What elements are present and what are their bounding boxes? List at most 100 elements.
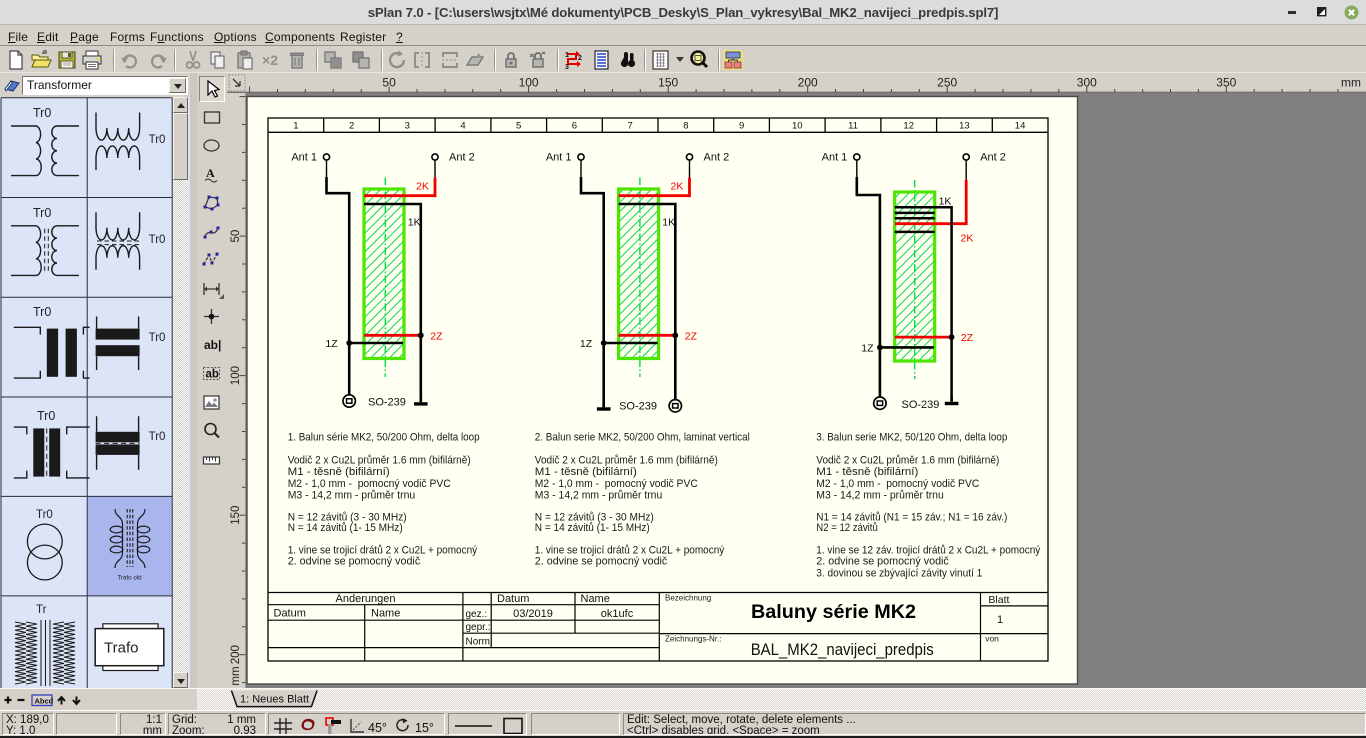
svg-text:100: 100 bbox=[519, 76, 539, 90]
svg-text:M2 - 1,0 mm - pomocný vodič P: M2 - 1,0 mm - pomocný vodič PVC bbox=[288, 478, 451, 490]
svg-text:1: 1 bbox=[997, 614, 1003, 626]
svg-text:Änderungen: Änderungen bbox=[336, 593, 396, 605]
svg-text:Ant 1: Ant 1 bbox=[291, 152, 317, 164]
svg-text:Tr0: Tr0 bbox=[33, 106, 51, 120]
svg-text:1. vine se 12 záv. trojicí drá: 1. vine se 12 záv. trojicí drátů 2 x Cu2… bbox=[816, 544, 1040, 556]
svg-text:Vodič 2 x Cu2L průměr 1.6 mm (: Vodič 2 x Cu2L průměr 1.6 mm (bifilárně) bbox=[288, 454, 471, 466]
svg-text:mm: mm bbox=[230, 666, 242, 685]
svg-text:50: 50 bbox=[382, 76, 396, 90]
svg-text:ab: ab bbox=[206, 369, 219, 381]
svg-text:Ant 2: Ant 2 bbox=[704, 152, 730, 164]
svg-text:Tr: Tr bbox=[36, 604, 47, 616]
svg-text:Zeichnungs-Nr.:: Zeichnungs-Nr.: bbox=[665, 634, 721, 643]
svg-text:14: 14 bbox=[1015, 121, 1026, 132]
svg-text:ok1ufc: ok1ufc bbox=[601, 608, 634, 620]
svg-text:M1 - těsně (bifilární): M1 - těsně (bifilární) bbox=[535, 466, 637, 478]
svg-text:Vodič 2 x Cu2L průměr 1.6 mm (: Vodič 2 x Cu2L průměr 1.6 mm (bifilárně) bbox=[535, 454, 718, 466]
svg-text:2Z: 2Z bbox=[685, 330, 698, 342]
svg-text:Tr0: Tr0 bbox=[149, 134, 166, 146]
svg-text:Ant 1: Ant 1 bbox=[546, 152, 572, 164]
svg-text:Ant 2: Ant 2 bbox=[449, 152, 475, 164]
svg-text:1. vine se trojicí drátů 2 x C: 1. vine se trojicí drátů 2 x Cu2L + pomo… bbox=[288, 544, 478, 556]
svg-text:45°: 45° bbox=[368, 721, 387, 735]
svg-text:1Z: 1Z bbox=[325, 338, 338, 350]
svg-text:BAL_MK2_navijeci_predpis: BAL_MK2_navijeci_predpis bbox=[751, 641, 934, 659]
svg-text:2. odvine se pomocný vodič: 2. odvine se pomocný vodič bbox=[535, 556, 668, 568]
svg-text:250: 250 bbox=[937, 76, 957, 90]
svg-text:Bezeichnung: Bezeichnung bbox=[665, 594, 711, 603]
svg-text:M2 - 1,0 mm - pomocný vodič P: M2 - 1,0 mm - pomocný vodič PVC bbox=[816, 478, 979, 490]
svg-text:Trafo: Trafo bbox=[104, 640, 138, 657]
svg-text:gez.:: gez.: bbox=[466, 609, 488, 620]
svg-text:1Z: 1Z bbox=[861, 342, 874, 354]
svg-text:M3 - 14,2 mm - průměr trnu: M3 - 14,2 mm - průměr trnu bbox=[535, 489, 663, 501]
svg-text:Trafo old: Trafo old bbox=[117, 575, 142, 582]
svg-text:03/2019: 03/2019 bbox=[513, 608, 553, 620]
svg-text:Blatt: Blatt bbox=[988, 594, 1009, 606]
svg-text:Tr0: Tr0 bbox=[149, 431, 166, 443]
svg-text:Abcd: Abcd bbox=[35, 696, 54, 705]
svg-text:Ant 1: Ant 1 bbox=[822, 152, 848, 164]
svg-text:Tr0: Tr0 bbox=[33, 305, 51, 319]
svg-text:2. odvine se pomocný vodič: 2. odvine se pomocný vodič bbox=[816, 556, 949, 568]
svg-text:200: 200 bbox=[798, 76, 818, 90]
svg-text:200: 200 bbox=[230, 645, 242, 664]
svg-text:1. vine se trojicí drátů 2 x C: 1. vine se trojicí drátů 2 x Cu2L + pomo… bbox=[535, 544, 725, 556]
svg-text:1Z: 1Z bbox=[580, 338, 593, 350]
svg-text:M1 - těsně (bifilární): M1 - těsně (bifilární) bbox=[288, 466, 390, 478]
svg-text:SO-239: SO-239 bbox=[619, 401, 657, 413]
svg-text:3: 3 bbox=[565, 64, 569, 71]
svg-text:M2 - 1,0 mm - pomocný vodič P: M2 - 1,0 mm - pomocný vodič PVC bbox=[535, 478, 698, 490]
svg-text:2: 2 bbox=[578, 55, 582, 62]
svg-text:M3 - 14,2 mm - průměr trnu: M3 - 14,2 mm - průměr trnu bbox=[288, 489, 416, 501]
svg-text:1. Balun série MK2, 50/200 Ohm: 1. Balun série MK2, 50/200 Ohm, delta lo… bbox=[288, 431, 480, 443]
svg-text:gepr.:: gepr.: bbox=[466, 622, 491, 633]
svg-text:M3 - 14,2 mm - průměr trnu: M3 - 14,2 mm - průměr trnu bbox=[816, 489, 944, 501]
svg-text:SO-239: SO-239 bbox=[902, 399, 940, 411]
svg-text:150: 150 bbox=[658, 76, 678, 90]
svg-text:300: 300 bbox=[1077, 76, 1097, 90]
svg-text:Tr0: Tr0 bbox=[33, 206, 51, 220]
svg-text:2. Balun serie MK2, 50/200 Ohm: 2. Balun serie MK2, 50/200 Ohm, laminat … bbox=[535, 431, 750, 443]
svg-text:2: 2 bbox=[349, 121, 354, 132]
svg-text:1K: 1K bbox=[939, 196, 952, 208]
svg-text:Ant 2: Ant 2 bbox=[980, 152, 1006, 164]
svg-text:1K: 1K bbox=[662, 217, 675, 229]
svg-text:2Z: 2Z bbox=[430, 330, 443, 342]
svg-text:11: 11 bbox=[848, 121, 858, 132]
svg-text:5: 5 bbox=[516, 121, 521, 132]
svg-text:M1 - těsně (bifilární): M1 - těsně (bifilární) bbox=[816, 466, 918, 478]
svg-text:2Z: 2Z bbox=[961, 332, 974, 344]
svg-text:1: 1 bbox=[565, 52, 569, 59]
svg-text:2. odvine se pomocný vodič: 2. odvine se pomocný vodič bbox=[288, 556, 421, 568]
svg-text:1K: 1K bbox=[408, 217, 421, 229]
svg-text:Norm:: Norm: bbox=[466, 636, 493, 647]
svg-text:4: 4 bbox=[460, 121, 465, 132]
svg-text:8: 8 bbox=[683, 121, 688, 132]
svg-text:7: 7 bbox=[627, 121, 632, 132]
svg-text:ab|: ab| bbox=[204, 338, 221, 352]
svg-text:N = 14 závitů (1- 15 MHz): N = 14 závitů (1- 15 MHz) bbox=[288, 522, 403, 534]
svg-text:6: 6 bbox=[572, 121, 577, 132]
svg-text:3. dovinou se zbývající závity: 3. dovinou se zbývající závity vinutí 1 bbox=[816, 567, 982, 579]
svg-text:9: 9 bbox=[739, 121, 744, 132]
svg-text:13: 13 bbox=[959, 121, 970, 132]
svg-text:Datum: Datum bbox=[274, 608, 306, 620]
svg-text:15°: 15° bbox=[415, 721, 434, 735]
svg-text:von: von bbox=[985, 633, 999, 643]
svg-text:50: 50 bbox=[230, 230, 242, 243]
svg-text:Tr0: Tr0 bbox=[37, 409, 55, 423]
svg-text:Tr0: Tr0 bbox=[149, 332, 166, 344]
svg-text:Name: Name bbox=[371, 608, 400, 620]
svg-text:100: 100 bbox=[230, 366, 242, 385]
svg-text:SO-239: SO-239 bbox=[368, 397, 406, 409]
svg-text:1: 1 bbox=[293, 121, 298, 132]
svg-text:Vodič 2 x Cu2L průměr 1.6 mm (: Vodič 2 x Cu2L průměr 1.6 mm (bifilárně) bbox=[816, 454, 999, 466]
svg-text:Datum: Datum bbox=[497, 593, 529, 605]
svg-text:N = 14 závitů (1- 15 MHz): N = 14 závitů (1- 15 MHz) bbox=[535, 522, 650, 534]
svg-text:Tr0: Tr0 bbox=[36, 509, 53, 521]
svg-text:1: Neues Blatt: 1: Neues Blatt bbox=[240, 694, 309, 706]
svg-text:10: 10 bbox=[792, 121, 803, 132]
svg-text:Tr0: Tr0 bbox=[149, 234, 166, 246]
svg-text:Name: Name bbox=[581, 593, 610, 605]
